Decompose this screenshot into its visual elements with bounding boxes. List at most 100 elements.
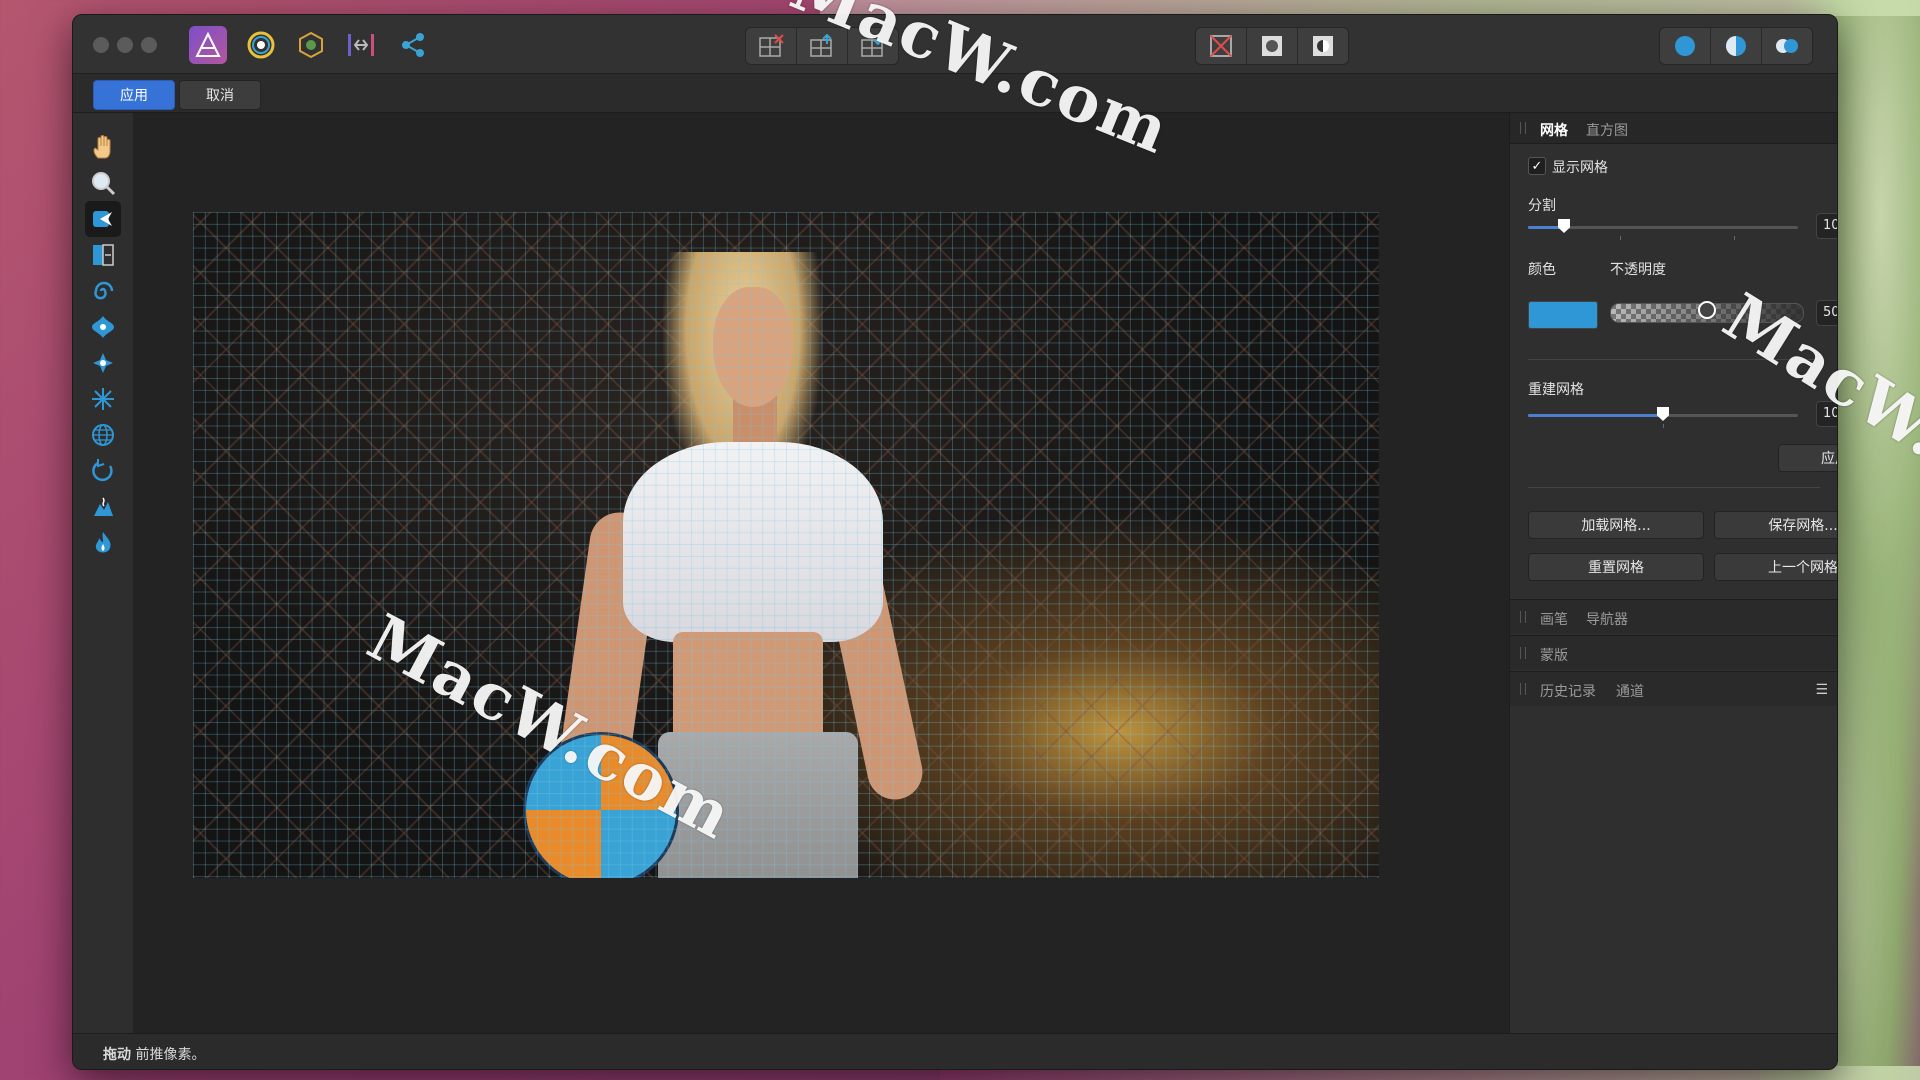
clear-mesh-button[interactable] [746, 28, 797, 64]
tab-histogram[interactable]: 直方图 [1586, 120, 1628, 140]
rebuild-value-field[interactable]: 100 % [1816, 401, 1837, 427]
split-view-button[interactable] [1711, 28, 1762, 64]
status-hint-text: 前推像素。 [135, 1047, 206, 1063]
title-bar [73, 15, 1837, 74]
hand-icon [93, 135, 111, 159]
panel-grip-icon[interactable] [1520, 683, 1526, 695]
previous-grid-button[interactable]: 上一个网格 [1714, 553, 1837, 581]
apply-button[interactable]: 应用 [93, 80, 175, 110]
punch-icon [93, 353, 113, 373]
save-grid-button[interactable]: 保存网格... [1714, 511, 1837, 539]
mask-section[interactable]: 蒙版 [1510, 635, 1837, 670]
export-mesh-button[interactable] [797, 28, 848, 64]
minimize-window-button[interactable] [117, 37, 133, 53]
tone-mapping-persona-icon[interactable] [291, 27, 331, 63]
zoom-tool[interactable] [85, 165, 121, 201]
tab-navigator[interactable]: 导航器 [1586, 609, 1628, 629]
mesh-grid-overlay [193, 212, 1379, 878]
zoom-window-button[interactable] [141, 37, 157, 53]
subdivide-label: 分割 [1528, 198, 1556, 214]
hand-tool[interactable] [85, 129, 121, 165]
show-grid-label: 显示网格 [1552, 160, 1608, 176]
load-grid-button[interactable]: 加载网格... [1528, 511, 1704, 539]
export-persona-icon[interactable] [341, 27, 381, 63]
twirl-icon [94, 281, 114, 300]
freeze-icon [93, 244, 114, 266]
panel-grip-icon[interactable] [1520, 647, 1526, 659]
share-icon[interactable] [393, 27, 433, 63]
turbulence-icon [92, 388, 114, 410]
status-bar: 拖动 前推像素。 [73, 1033, 1837, 1069]
zoom-icon [92, 172, 116, 196]
rebuild-slider-fill [1528, 414, 1663, 417]
compare-mode-group [1659, 27, 1813, 65]
tab-history[interactable]: 历史记录 [1540, 681, 1596, 701]
brush-navigator-section[interactable]: 画笔 导航器 [1510, 599, 1837, 634]
develop-persona-icon[interactable] [241, 27, 281, 63]
rebuild-slider[interactable] [1528, 407, 1798, 428]
status-hint-action: 拖动 [103, 1047, 131, 1063]
mesh-tools-group [745, 27, 899, 65]
subdivide-value-field[interactable]: 10 [1816, 213, 1837, 239]
context-toolbar: 应用 取消 [73, 74, 1837, 113]
canvas-area[interactable] [133, 113, 1509, 1033]
affinity-photo-logo-icon[interactable] [189, 26, 227, 64]
push-forward-tool[interactable] [85, 201, 121, 237]
opacity-slider-knob[interactable] [1698, 301, 1716, 319]
slider-tick [1734, 236, 1735, 240]
divider [1528, 487, 1820, 488]
rebuild-apply-button[interactable]: 应用 [1778, 444, 1837, 472]
import-mesh-button[interactable] [848, 28, 898, 64]
fire-tool[interactable] [85, 525, 121, 561]
tab-brush[interactable]: 画笔 [1540, 609, 1568, 629]
history-channels-section[interactable]: 历史记录 通道 ☰ [1510, 671, 1837, 706]
tab-mask[interactable]: 蒙版 [1540, 645, 1568, 665]
status-hint: 拖动 前推像素。 [103, 1044, 205, 1064]
close-window-button[interactable] [93, 37, 109, 53]
freeze-tool[interactable] [85, 237, 121, 273]
tools-panel [73, 113, 133, 1033]
panel-grip-icon[interactable] [1520, 122, 1526, 134]
pinch-tool[interactable] [85, 309, 121, 345]
reconstruct-icon [92, 459, 113, 482]
panel-grip-icon[interactable] [1520, 611, 1526, 623]
fire-icon [95, 532, 111, 553]
twirl-tool[interactable] [85, 273, 121, 309]
slider-tick [1620, 236, 1621, 240]
mesh-panel-tabs: 网格 直方图 [1510, 113, 1837, 144]
split-preview-button[interactable] [1298, 28, 1348, 64]
tab-mesh[interactable]: 网格 [1540, 120, 1568, 140]
color-label: 颜色 [1528, 262, 1556, 278]
mirror-view-button[interactable] [1762, 28, 1812, 64]
reset-grid-button[interactable]: 重置网格 [1528, 553, 1704, 581]
grid-color-swatch[interactable] [1528, 301, 1598, 329]
cancel-button[interactable]: 取消 [179, 80, 261, 110]
punch-tool[interactable] [85, 345, 121, 381]
no-preview-button[interactable] [1196, 28, 1247, 64]
reconstruct-tool[interactable] [85, 453, 121, 489]
divider [1528, 359, 1820, 360]
slider-tick [1663, 424, 1664, 428]
app-window: 应用 取消 网格 直方图 ✓ 显示网格 分割 10 颜色 不透明度 50 重建网… [72, 14, 1838, 1070]
globe-icon [92, 424, 114, 446]
view-mode-group [1195, 27, 1349, 65]
rebuild-grid-label: 重建网格 [1528, 382, 1584, 398]
subdivide-slider[interactable] [1528, 219, 1798, 240]
liquify-image[interactable] [193, 212, 1379, 878]
subdivide-slider-fill [1528, 226, 1564, 229]
flame-tool[interactable] [85, 489, 121, 525]
push-forward-icon [93, 211, 112, 227]
studio-panel: 网格 直方图 ✓ 显示网格 分割 10 颜色 不透明度 50 % 重建网格 10… [1509, 113, 1837, 1033]
opacity-value-field[interactable]: 50 % [1816, 300, 1837, 326]
tab-channels[interactable]: 通道 [1616, 681, 1644, 701]
mask-preview-button[interactable] [1247, 28, 1298, 64]
pinch-icon [92, 316, 114, 338]
subdivide-slider-thumb[interactable] [1558, 219, 1570, 233]
panel-menu-icon[interactable]: ☰ [1815, 682, 1828, 698]
rebuild-slider-thumb[interactable] [1657, 407, 1669, 421]
turbulence-tool[interactable] [85, 381, 121, 417]
show-grid-checkbox[interactable]: ✓ [1528, 157, 1546, 175]
flame-icon [94, 497, 113, 516]
full-view-button[interactable] [1660, 28, 1711, 64]
globe-tool[interactable] [85, 417, 121, 453]
